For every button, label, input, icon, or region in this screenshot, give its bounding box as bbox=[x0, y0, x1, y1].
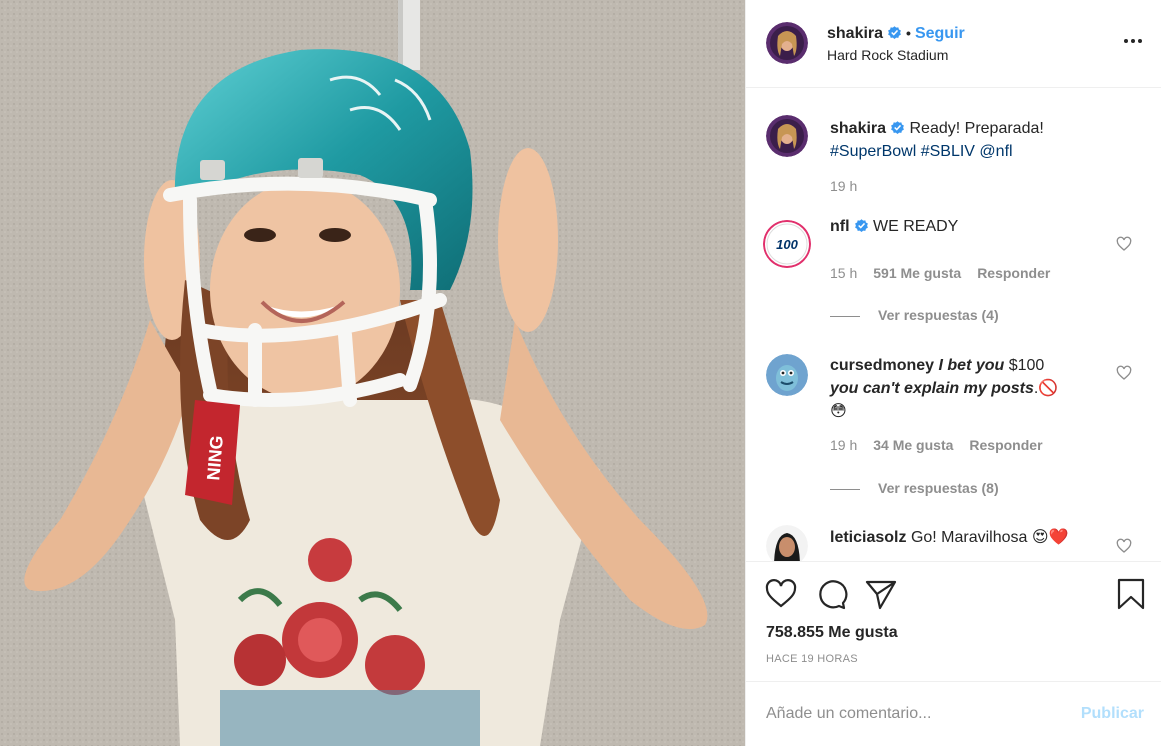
caption-body: Ready! Preparada! bbox=[909, 120, 1044, 137]
more-options-icon[interactable] bbox=[1122, 30, 1144, 52]
share-paper-plane-icon[interactable] bbox=[864, 577, 898, 611]
post-timestamp[interactable]: HACE 19 HORAS bbox=[766, 653, 858, 665]
author-username-row: shakira • Seguir bbox=[827, 25, 965, 43]
comment-item: cursedmoney I bet you $100 you can't exp… bbox=[746, 354, 1161, 504]
comment-italic-2: you can't explain my posts bbox=[830, 380, 1034, 397]
comment-body: WE READY bbox=[873, 218, 959, 235]
comment-username[interactable]: nfl bbox=[830, 218, 850, 235]
comment-bubble-icon[interactable] bbox=[814, 577, 848, 611]
add-comment-bar: Publicar bbox=[746, 681, 1161, 746]
comment-body: Go! Maravilhosa 😍❤️ bbox=[910, 529, 1069, 546]
replies-line bbox=[830, 315, 860, 317]
comment-time[interactable]: 15 h bbox=[830, 265, 857, 281]
author-username[interactable]: shakira bbox=[827, 25, 883, 42]
follow-button[interactable]: Seguir bbox=[915, 25, 965, 42]
comment-plain: $100 bbox=[1004, 357, 1045, 374]
caption-author-avatar[interactable] bbox=[766, 115, 808, 157]
like-comment-heart-icon[interactable] bbox=[1116, 538, 1132, 554]
comment-input[interactable] bbox=[766, 702, 1066, 726]
like-heart-icon[interactable] bbox=[764, 577, 798, 611]
comment-text: nfl WE READY bbox=[830, 215, 1120, 238]
replies-line bbox=[830, 488, 860, 490]
author-avatar[interactable] bbox=[766, 22, 808, 64]
comment-text: cursedmoney I bet you $100 you can't exp… bbox=[830, 354, 1120, 423]
comment-italic-1: I bet you bbox=[938, 357, 1005, 374]
like-comment-heart-icon[interactable] bbox=[1116, 365, 1132, 381]
svg-text:NING: NING bbox=[203, 435, 227, 482]
comments-list[interactable]: shakira Ready! Preparada! #SuperBowl #SB… bbox=[746, 89, 1161, 561]
verified-badge-icon bbox=[888, 26, 901, 39]
caption-meta: 19 h bbox=[830, 178, 873, 194]
view-replies-label: Ver respuestas (4) bbox=[878, 307, 999, 323]
caption-hashtags[interactable]: #SuperBowl #SBLIV @nfl bbox=[830, 143, 1013, 160]
post-panel: shakira • Seguir Hard Rock Stadium shakira… bbox=[745, 0, 1161, 746]
view-replies-button[interactable]: Ver respuestas (4) bbox=[830, 307, 999, 323]
commenter-avatar-leticiasolz[interactable] bbox=[766, 525, 808, 561]
svg-text:100: 100 bbox=[776, 237, 798, 252]
photo-illustration: NING bbox=[0, 0, 745, 746]
commenter-avatar-cursedmoney[interactable] bbox=[766, 354, 808, 396]
reply-button[interactable]: Responder bbox=[977, 265, 1050, 281]
comment-item: 100 nfl WE READY 15 h 591 Me gusta Respond… bbox=[746, 218, 1161, 330]
separator-dot: • bbox=[906, 25, 911, 41]
like-comment-heart-icon[interactable] bbox=[1116, 236, 1132, 252]
comment-emoji: 😳 bbox=[830, 403, 847, 420]
reply-button[interactable]: Responder bbox=[969, 437, 1042, 453]
post-caption: shakira Ready! Preparada! #SuperBowl #SB… bbox=[746, 115, 1161, 205]
comment-time[interactable]: 19 h bbox=[830, 437, 857, 453]
comment-likes[interactable]: 34 Me gusta bbox=[873, 437, 953, 453]
post-actions: 758.855 Me gusta HACE 19 HORAS bbox=[746, 561, 1161, 681]
caption-text: shakira Ready! Preparada! #SuperBowl #SB… bbox=[830, 117, 1120, 163]
comment-meta: 19 h 34 Me gusta Responder bbox=[830, 437, 1059, 453]
likes-count[interactable]: 758.855 Me gusta bbox=[766, 624, 898, 642]
comment-likes[interactable]: 591 Me gusta bbox=[873, 265, 961, 281]
comment-username[interactable]: cursedmoney bbox=[830, 357, 934, 374]
comment-item: leticiasolz Go! Maravilhosa 😍❤️ bbox=[746, 525, 1161, 561]
comment-meta: 15 h 591 Me gusta Responder bbox=[830, 265, 1066, 281]
publish-button[interactable]: Publicar bbox=[1081, 705, 1144, 723]
verified-badge-icon bbox=[854, 219, 868, 232]
comment-username[interactable]: leticiasolz bbox=[830, 529, 906, 546]
caption-time[interactable]: 19 h bbox=[830, 178, 857, 194]
caption-username[interactable]: shakira bbox=[830, 120, 886, 137]
post-header: shakira • Seguir Hard Rock Stadium bbox=[746, 0, 1161, 88]
view-replies-label: Ver respuestas (8) bbox=[878, 480, 999, 496]
post-photo[interactable]: NING bbox=[0, 0, 745, 746]
verified-badge-icon bbox=[891, 121, 904, 134]
commenter-avatar-nfl[interactable]: 100 bbox=[763, 220, 811, 268]
comment-text: leticiasolz Go! Maravilhosa 😍❤️ bbox=[830, 526, 1120, 549]
post-location[interactable]: Hard Rock Stadium bbox=[827, 47, 948, 63]
save-bookmark-icon[interactable] bbox=[1114, 577, 1148, 611]
comment-end: .🚫 bbox=[1033, 380, 1059, 397]
view-replies-button[interactable]: Ver respuestas (8) bbox=[830, 480, 999, 496]
